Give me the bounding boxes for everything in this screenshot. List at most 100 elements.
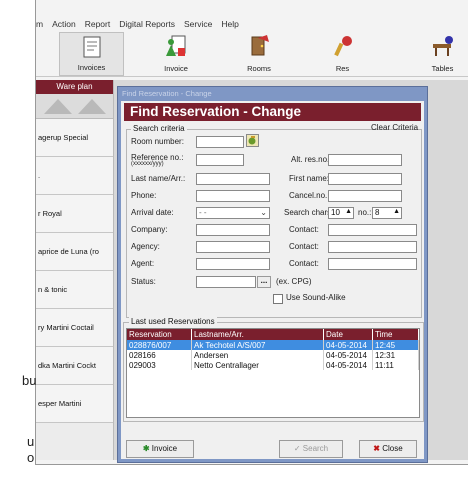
column-header-date[interactable]: Date — [323, 329, 373, 340]
toolbar-rooms-button[interactable]: Rooms — [229, 32, 289, 76]
menu-item-digital-reports[interactable]: Digital Reports — [119, 19, 175, 29]
arrival-date-picker[interactable]: - - ⌄ — [196, 207, 270, 219]
ware-plan-scroll-arrows — [36, 94, 113, 119]
toolbar-res-label: Res — [335, 64, 350, 73]
company-input[interactable] — [196, 224, 270, 236]
toolbar-invoices-button[interactable]: Invoices — [59, 32, 124, 76]
agency-input[interactable] — [196, 241, 270, 253]
soundalike-label: Use Sound-Alike — [286, 293, 346, 302]
agent-input[interactable] — [196, 258, 270, 270]
chevron-down-icon[interactable]: ⌄ — [260, 208, 267, 218]
alt-res-no-input[interactable] — [328, 154, 402, 166]
cell-lastname: Ak Techotel A/S/007 — [191, 340, 324, 350]
invoice-person-icon: ✱ — [142, 444, 150, 453]
toolbar-invoices-label: Invoices — [77, 63, 106, 72]
toolbar-tables-button[interactable]: Tables — [416, 32, 468, 76]
cell-lastname: Netto Centrallager — [191, 360, 324, 370]
close-button[interactable]: ✖ Close — [359, 440, 417, 458]
cancel-no-label: Cancel.no.: — [289, 191, 330, 200]
invoice-person-icon — [166, 35, 186, 56]
search-check-icon: ✓ — [293, 444, 301, 453]
menu-bar: m Action Report Digital Reports Service … — [36, 16, 468, 32]
cell-time: 11:11 — [372, 360, 419, 370]
column-header-time[interactable]: Time — [372, 329, 419, 340]
cell-date: 04-05-2014 — [323, 360, 373, 370]
find-reservation-dialog: Find Reservation - Change Find Reservati… — [117, 86, 428, 463]
toolbar-invoice-button[interactable]: Invoice — [146, 32, 206, 76]
background-text: bu — [22, 373, 37, 388]
no-label: no.: — [358, 208, 372, 217]
ware-item[interactable]: esper Martini — [36, 385, 113, 423]
toolbar-res-button[interactable]: Res — [315, 32, 370, 76]
last-name-label: Last name/Arr.: — [131, 174, 186, 183]
status-input[interactable] — [196, 276, 256, 288]
search-button[interactable]: ✓ Search — [279, 440, 343, 458]
cell-lastname: Andersen — [191, 350, 324, 360]
company-label: Company: — [131, 225, 168, 234]
rooms-icon — [251, 35, 269, 56]
agency-contact-input[interactable] — [328, 241, 417, 253]
column-header-lastname[interactable]: Lastname/Arr. — [191, 329, 324, 340]
soundalike-checkbox[interactable] — [273, 294, 283, 304]
arrival-date-label: Arrival date: — [131, 208, 174, 217]
search-chars-stepper[interactable]: 10 ▲ — [328, 207, 354, 219]
menu-item-help[interactable]: Help — [221, 19, 238, 29]
room-lookup-icon[interactable] — [246, 134, 259, 147]
last-used-label: Last used Reservations — [129, 317, 217, 326]
ware-item[interactable]: ry Martini Coctail — [36, 309, 113, 347]
cell-date: 04-05-2014 — [323, 340, 373, 350]
tables-icon — [432, 36, 453, 56]
clear-criteria-button[interactable]: Clear Criteria — [371, 123, 418, 132]
invoice-button[interactable]: ✱ Invoice — [126, 440, 194, 458]
ware-item[interactable]: dka Martini Cockt — [36, 347, 113, 385]
menu-item-service[interactable]: Service — [184, 19, 212, 29]
stepper-arrows-icon[interactable]: ▲ — [393, 207, 400, 217]
ware-plan-header: Ware plan — [36, 80, 113, 94]
menu-item-m[interactable]: m — [36, 19, 43, 29]
status-hint: (ex. CPG) — [276, 277, 312, 286]
table-row[interactable]: 029003 Netto Centrallager 04-05-2014 11:… — [127, 360, 419, 370]
invoice-button-label: Invoice — [151, 444, 178, 453]
menu-item-report[interactable]: Report — [85, 19, 111, 29]
first-name-input[interactable] — [328, 173, 402, 185]
stepper-arrows-icon[interactable]: ▲ — [345, 207, 352, 217]
cell-date: 04-05-2014 — [323, 350, 373, 360]
scroll-arrows-graphic — [44, 99, 106, 114]
agent-contact-input[interactable] — [328, 258, 417, 270]
cell-reservation: 028166 — [127, 350, 192, 360]
column-header-reservation[interactable]: Reservation — [127, 329, 192, 340]
ware-item[interactable]: r Royal — [36, 195, 113, 233]
agent-label: Agent: — [131, 259, 155, 268]
company-contact-input[interactable] — [328, 224, 417, 236]
dialog-heading: Find Reservation - Change — [124, 103, 421, 121]
toolbar: Invoices Invoice Rooms Res Tables — [36, 32, 468, 77]
close-icon: ✖ — [373, 444, 380, 453]
cell-reservation: 029003 — [127, 360, 192, 370]
invoices-icon — [83, 36, 100, 58]
reference-no-input[interactable] — [196, 154, 244, 166]
phone-input[interactable] — [196, 190, 270, 202]
status-lookup-button[interactable]: ... — [257, 276, 271, 288]
background-text: o — [27, 450, 35, 465]
no-stepper[interactable]: 8 ▲ — [372, 207, 402, 219]
search-button-label: Search — [302, 444, 329, 453]
menu-item-action[interactable]: Action — [52, 19, 76, 29]
first-name-label: First name: — [289, 174, 330, 183]
table-row[interactable]: 028166 Andersen 04-05-2014 12:31 — [127, 350, 419, 360]
cell-reservation: 028876/007 — [127, 340, 192, 350]
ware-item[interactable]: n & tonic — [36, 271, 113, 309]
table-row[interactable]: 028876/007 Ak Techotel A/S/007 04-05-201… — [127, 340, 419, 350]
room-number-input[interactable] — [196, 136, 244, 148]
toolbar-invoice-label: Invoice — [164, 64, 188, 73]
ware-item[interactable]: agerup Special — [36, 119, 113, 157]
cancel-no-input[interactable] — [328, 190, 402, 202]
ware-item[interactable]: . — [36, 157, 113, 195]
last-name-input[interactable] — [196, 173, 270, 185]
toolbar-rooms-label: Rooms — [247, 64, 271, 73]
search-criteria-label: Search criteria — [131, 124, 187, 133]
last-used-reservations-table: Reservation Lastname/Arr. Date Time 0288… — [126, 328, 420, 418]
status-label: Status: — [131, 277, 156, 286]
table-header-row: Reservation Lastname/Arr. Date Time — [127, 329, 419, 340]
contact-label: Contact: — [289, 259, 319, 268]
ware-item[interactable]: aprice de Luna (ro — [36, 233, 113, 271]
